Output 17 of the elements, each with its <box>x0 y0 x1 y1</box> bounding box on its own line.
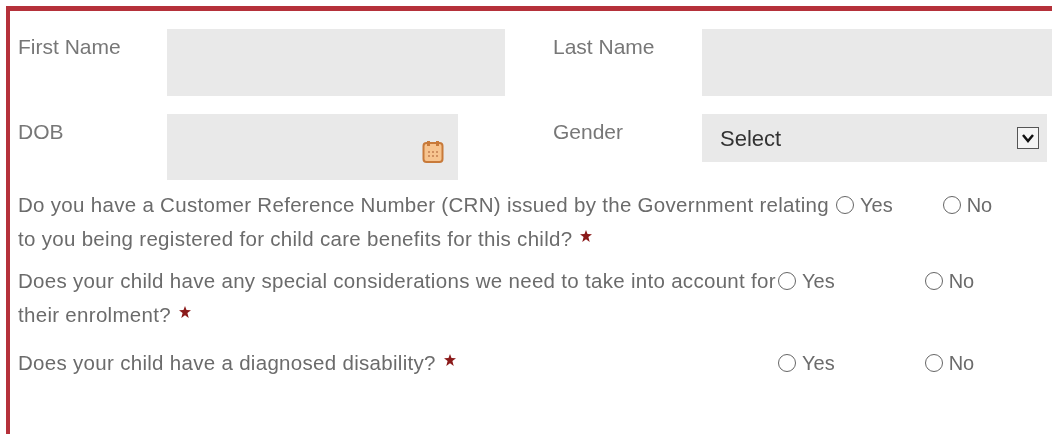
question-text: Do you have a Customer Reference Number (CRN) issued by the Government relating to you being registered for child care benefits for this child? <box>18 192 831 252</box>
radio-option[interactable]: Yes <box>778 264 835 298</box>
radio-option[interactable]: No <box>924 346 975 380</box>
gender-select[interactable]: Select <box>702 114 1047 162</box>
field-label: Gender <box>553 119 625 145</box>
calendar-icon[interactable] <box>422 140 444 164</box>
field-label: First Name <box>18 34 122 60</box>
radio-option[interactable]: No <box>924 264 975 298</box>
radio-option[interactable]: Yes <box>836 188 893 222</box>
radio-option[interactable]: No <box>942 188 993 222</box>
chevron-down-icon <box>1017 127 1039 149</box>
field-label: DOB <box>18 119 65 145</box>
question-text: Does your child have a diagnosed disability? <box>18 346 778 380</box>
field-label: Last Name <box>553 34 656 60</box>
date-field[interactable] <box>167 114 458 180</box>
question-text: Does your child have any special considerations we need to take into account for their enrolment? <box>18 268 777 328</box>
radio-option[interactable]: Yes <box>778 346 835 380</box>
